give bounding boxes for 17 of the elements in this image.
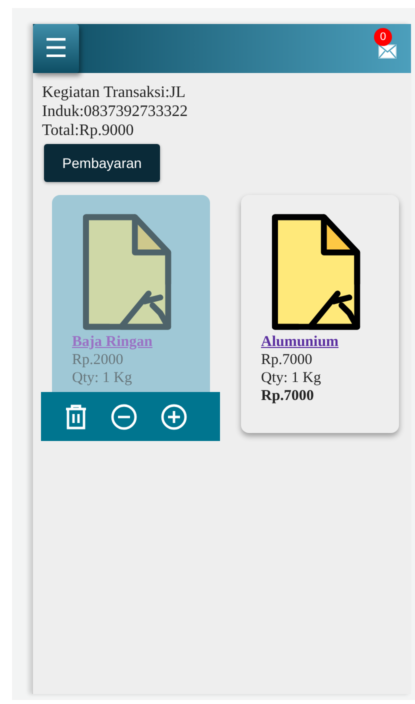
price-text: Rp.2000 — [72, 351, 124, 369]
price-text: Rp.7000 — [261, 351, 312, 369]
quantity-text: Qty: 1 Kg — [261, 369, 321, 387]
product-card[interactable]: Alumunium Rp.7000 Qty: 1 Kg Rp.7000 — [241, 195, 399, 433]
delete-icon[interactable] — [65, 404, 87, 430]
info-text: Kegiatan Transaksi:JL — [42, 83, 186, 102]
subtotal-text: Rp.7000 — [261, 387, 314, 405]
info-text: Induk:0837392733322 — [42, 102, 188, 121]
info-text: Total:Rp.9000 — [42, 121, 134, 140]
minus-icon[interactable] — [111, 404, 137, 430]
mail-icon[interactable] — [378, 44, 397, 59]
menu-button[interactable]: ☰ — [33, 24, 79, 73]
notification-badge: 0 — [374, 28, 392, 46]
product-link[interactable]: Alumunium — [261, 333, 339, 351]
plus-icon[interactable] — [161, 404, 187, 430]
quantity-text: Qty: 1 Kg — [72, 369, 132, 387]
payment-button[interactable]: Pembayaran — [44, 144, 160, 182]
